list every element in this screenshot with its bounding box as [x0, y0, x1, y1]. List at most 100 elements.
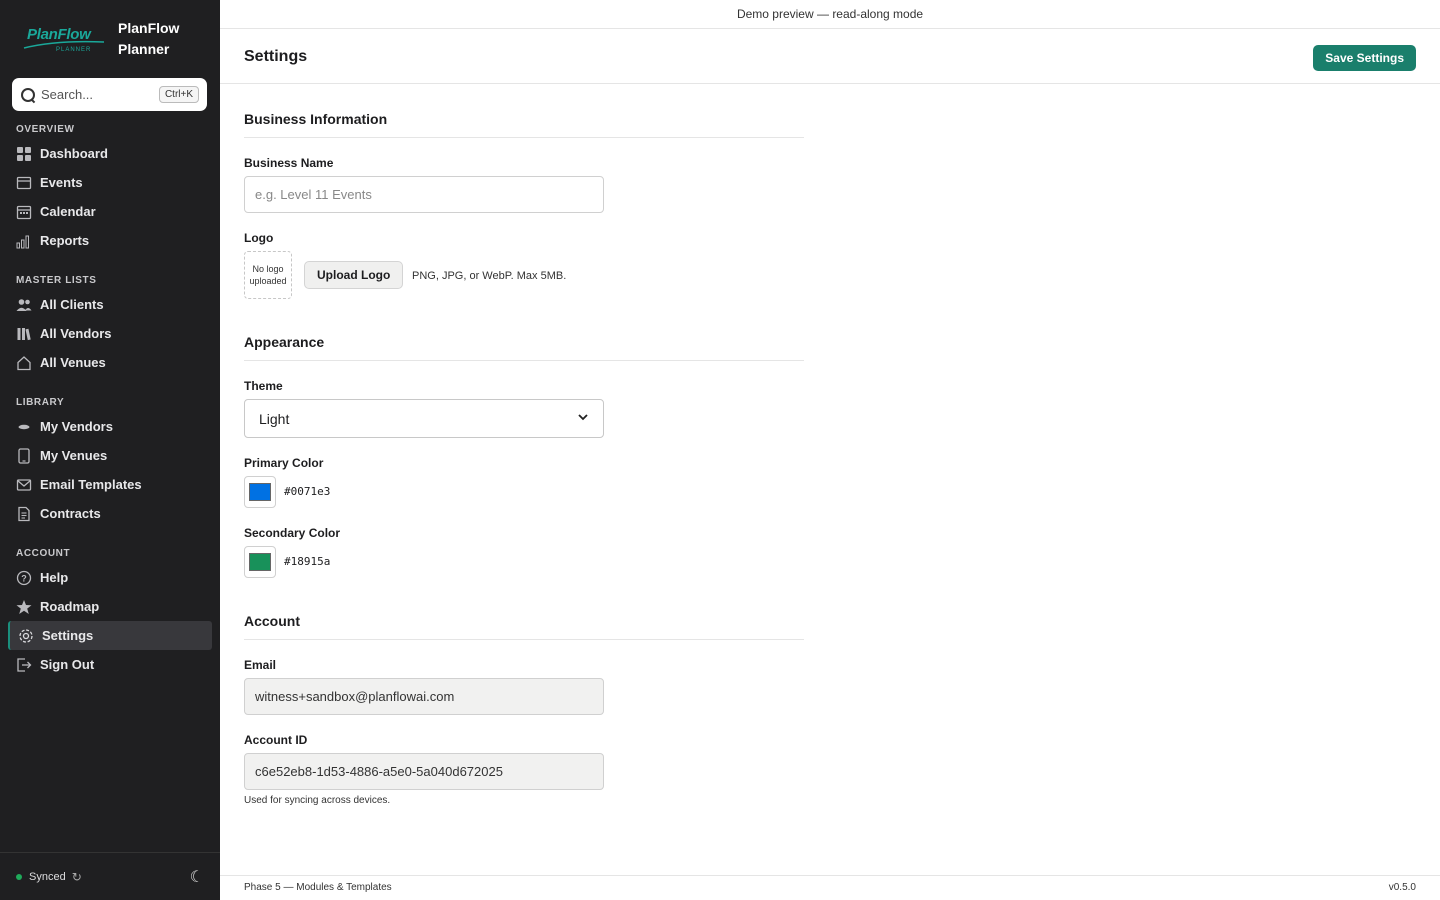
refresh-icon[interactable]: ↻: [72, 870, 82, 884]
nav-overview: OVERVIEW Dashboard Events Calendar Repor…: [0, 121, 220, 255]
account-id-field[interactable]: [244, 753, 604, 790]
email-field[interactable]: [244, 678, 604, 715]
sidebar-item-label: Settings: [42, 628, 94, 643]
mail-icon: [16, 477, 32, 493]
books-icon: [16, 326, 32, 342]
search-icon: [20, 87, 36, 103]
secondary-color-picker[interactable]: [244, 546, 276, 578]
sidebar-item-label: Reports: [40, 233, 90, 248]
section-title-appearance: Appearance: [244, 334, 804, 361]
sidebar-item-label: My Venues: [40, 448, 108, 463]
sidebar-item-label: All Venues: [40, 355, 106, 370]
sidebar-item-label: All Vendors: [40, 326, 112, 341]
upload-logo-button[interactable]: Upload Logo: [304, 261, 404, 289]
nav-master-lists: MASTER LISTS All Clients All Vendors All…: [0, 272, 220, 377]
chevron-down-icon: [577, 411, 589, 426]
sidebar-item-reports[interactable]: Reports: [0, 226, 220, 255]
primary-color-value: #0071e3: [284, 485, 331, 498]
sidebar-item-help[interactable]: ? Help: [0, 563, 220, 592]
sidebar-item-my-venues[interactable]: My Venues: [0, 441, 220, 470]
sidebar-item-all-venues[interactable]: All Venues: [0, 348, 220, 377]
signout-icon: [16, 657, 32, 673]
page-title: Settings: [244, 48, 308, 65]
footer-phase: Phase 5 — Modules & Templates: [244, 882, 392, 893]
nav-heading-account: ACCOUNT: [16, 548, 71, 559]
account-id-hint: Used for syncing across devices.: [244, 795, 391, 806]
nav-account: ACCOUNT ? Help Roadmap Settings Sign Out: [0, 545, 220, 679]
primary-color-label: Primary Color: [244, 456, 324, 470]
search-box[interactable]: Ctrl+K: [12, 78, 207, 111]
sync-status-dot: [16, 873, 22, 880]
search-input[interactable]: [41, 87, 151, 102]
logo-text: PlanFlow: [27, 26, 91, 43]
theme-select[interactable]: Light: [244, 399, 604, 438]
logo-label: Logo: [244, 231, 274, 245]
theme-label: Theme: [244, 379, 283, 393]
sync-status: Synced: [29, 870, 66, 883]
nav-heading-overview: OVERVIEW: [16, 124, 75, 135]
app-footer: Phase 5 — Modules & Templates v0.5.0: [220, 875, 1440, 900]
demo-banner: Demo preview — read-along mode: [220, 0, 1440, 29]
nav-heading-master: MASTER LISTS: [16, 275, 97, 286]
footer-version: v0.5.0: [1388, 882, 1416, 893]
sidebar-item-label: Calendar: [40, 204, 96, 219]
sidebar-item-settings[interactable]: Settings: [8, 621, 212, 650]
events-icon: [16, 175, 32, 191]
device-icon: [16, 447, 32, 464]
nav-heading-library: LIBRARY: [16, 397, 65, 408]
secondary-color-swatch: [249, 553, 271, 571]
sidebar-item-label: My Vendors: [40, 419, 113, 434]
search-shortcut: Ctrl+K: [158, 86, 199, 103]
help-icon: ?: [16, 570, 32, 586]
sidebar-item-label: Events: [40, 175, 83, 190]
sidebar-item-label: Contracts: [40, 506, 101, 521]
upload-hint: PNG, JPG, or WebP. Max 5MB.: [412, 270, 567, 282]
users-icon: [16, 297, 32, 313]
sidebar-item-contracts[interactable]: Contracts: [0, 499, 220, 528]
primary-color-picker[interactable]: [244, 476, 276, 508]
business-name-label: Business Name: [244, 156, 334, 170]
save-settings-button[interactable]: Save Settings: [1313, 45, 1416, 71]
sidebar-item-label: All Clients: [40, 297, 104, 312]
sidebar-item-events[interactable]: Events: [0, 168, 220, 197]
sidebar-footer: Synced ↻ ☾: [0, 852, 220, 900]
brand-name: PlanFlow Planner: [118, 20, 180, 57]
sidebar-item-dashboard[interactable]: Dashboard: [0, 139, 220, 168]
nav-library: LIBRARY My Vendors My Venues Email Templ…: [0, 394, 220, 528]
moon-icon[interactable]: ☾: [190, 867, 204, 887]
home-icon: [16, 355, 32, 371]
theme-select-value: Light: [259, 410, 290, 427]
grid-icon: [16, 146, 32, 162]
section-title-business: Business Information: [244, 111, 804, 138]
brand[interactable]: PlanFlow PLANNER PlanFlow Planner: [16, 14, 216, 62]
sidebar-item-all-clients[interactable]: All Clients: [0, 290, 220, 319]
star-icon: [16, 599, 32, 615]
email-label: Email: [244, 658, 277, 672]
business-name-input[interactable]: [244, 176, 604, 213]
page-header: Settings Save Settings: [220, 29, 1440, 84]
svg-text:?: ?: [21, 573, 27, 583]
gear-icon: [18, 628, 34, 644]
sidebar: PlanFlow PLANNER PlanFlow Planner Ctrl+K…: [0, 0, 220, 900]
sidebar-item-label: Sign Out: [40, 657, 95, 672]
secondary-color-label: Secondary Color: [244, 526, 341, 540]
calendar-icon: [16, 204, 32, 220]
sidebar-item-label: Roadmap: [40, 599, 100, 614]
sidebar-item-sign-out[interactable]: Sign Out: [0, 650, 220, 679]
planflow-logo: PlanFlow PLANNER: [16, 18, 108, 58]
logo-sub: PLANNER: [56, 47, 92, 53]
logo-placeholder: No logo uploaded: [244, 251, 292, 299]
sidebar-item-roadmap[interactable]: Roadmap: [0, 592, 220, 621]
section-title-account: Account: [244, 613, 804, 640]
secondary-color-value: #18915a: [284, 555, 331, 568]
sidebar-item-label: Email Templates: [40, 477, 142, 492]
sidebar-item-label: Help: [40, 570, 69, 585]
sidebar-item-calendar[interactable]: Calendar: [0, 197, 220, 226]
chart-icon: [16, 233, 32, 249]
account-id-label: Account ID: [244, 733, 308, 747]
primary-color-swatch: [249, 483, 271, 501]
sidebar-item-all-vendors[interactable]: All Vendors: [0, 319, 220, 348]
sidebar-item-label: Dashboard: [40, 146, 108, 161]
sidebar-item-email-templates[interactable]: Email Templates: [0, 470, 220, 499]
sidebar-item-my-vendors[interactable]: My Vendors: [0, 412, 220, 441]
